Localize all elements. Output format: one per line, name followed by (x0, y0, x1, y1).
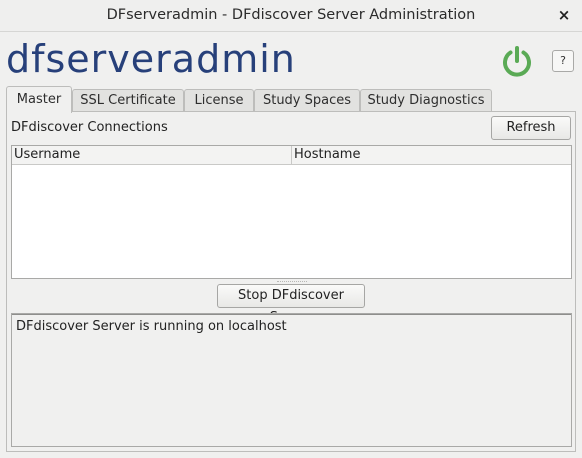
status-text: DFdiscover Server is running on localhos… (16, 319, 287, 334)
connections-label: DFdiscover Connections (11, 120, 168, 135)
master-panel: DFdiscover Connections Refresh Username … (6, 111, 576, 452)
power-icon-graphic (503, 46, 531, 77)
power-icon[interactable] (500, 44, 534, 78)
app-logo: dfserveradmin (6, 37, 296, 81)
column-header-hostname[interactable]: Hostname (292, 146, 571, 164)
tab-bar: Master SSL Certificate License Study Spa… (6, 86, 576, 113)
tab-ssl-certificate[interactable]: SSL Certificate (72, 89, 184, 112)
table-header: Username Hostname (12, 146, 571, 165)
refresh-button[interactable]: Refresh (491, 116, 571, 140)
tab-license[interactable]: License (184, 89, 254, 112)
status-output: DFdiscover Server is running on localhos… (11, 313, 572, 447)
column-header-username[interactable]: Username (12, 146, 292, 164)
help-button[interactable]: ? (552, 50, 574, 72)
window-title: DFserveradmin - DFdiscover Server Admini… (106, 7, 476, 23)
tab-study-diagnostics[interactable]: Study Diagnostics (360, 89, 492, 112)
close-icon[interactable]: × (556, 6, 572, 24)
connections-table[interactable]: Username Hostname (11, 145, 572, 279)
tab-study-spaces[interactable]: Study Spaces (254, 89, 360, 112)
stop-server-button[interactable]: Stop DFdiscover Server (217, 284, 365, 325)
title-bar: DFserveradmin - DFdiscover Server Admini… (0, 0, 582, 32)
tab-master[interactable]: Master (6, 86, 72, 113)
app-header: dfserveradmin ? (0, 33, 582, 85)
status-divider (12, 314, 571, 315)
